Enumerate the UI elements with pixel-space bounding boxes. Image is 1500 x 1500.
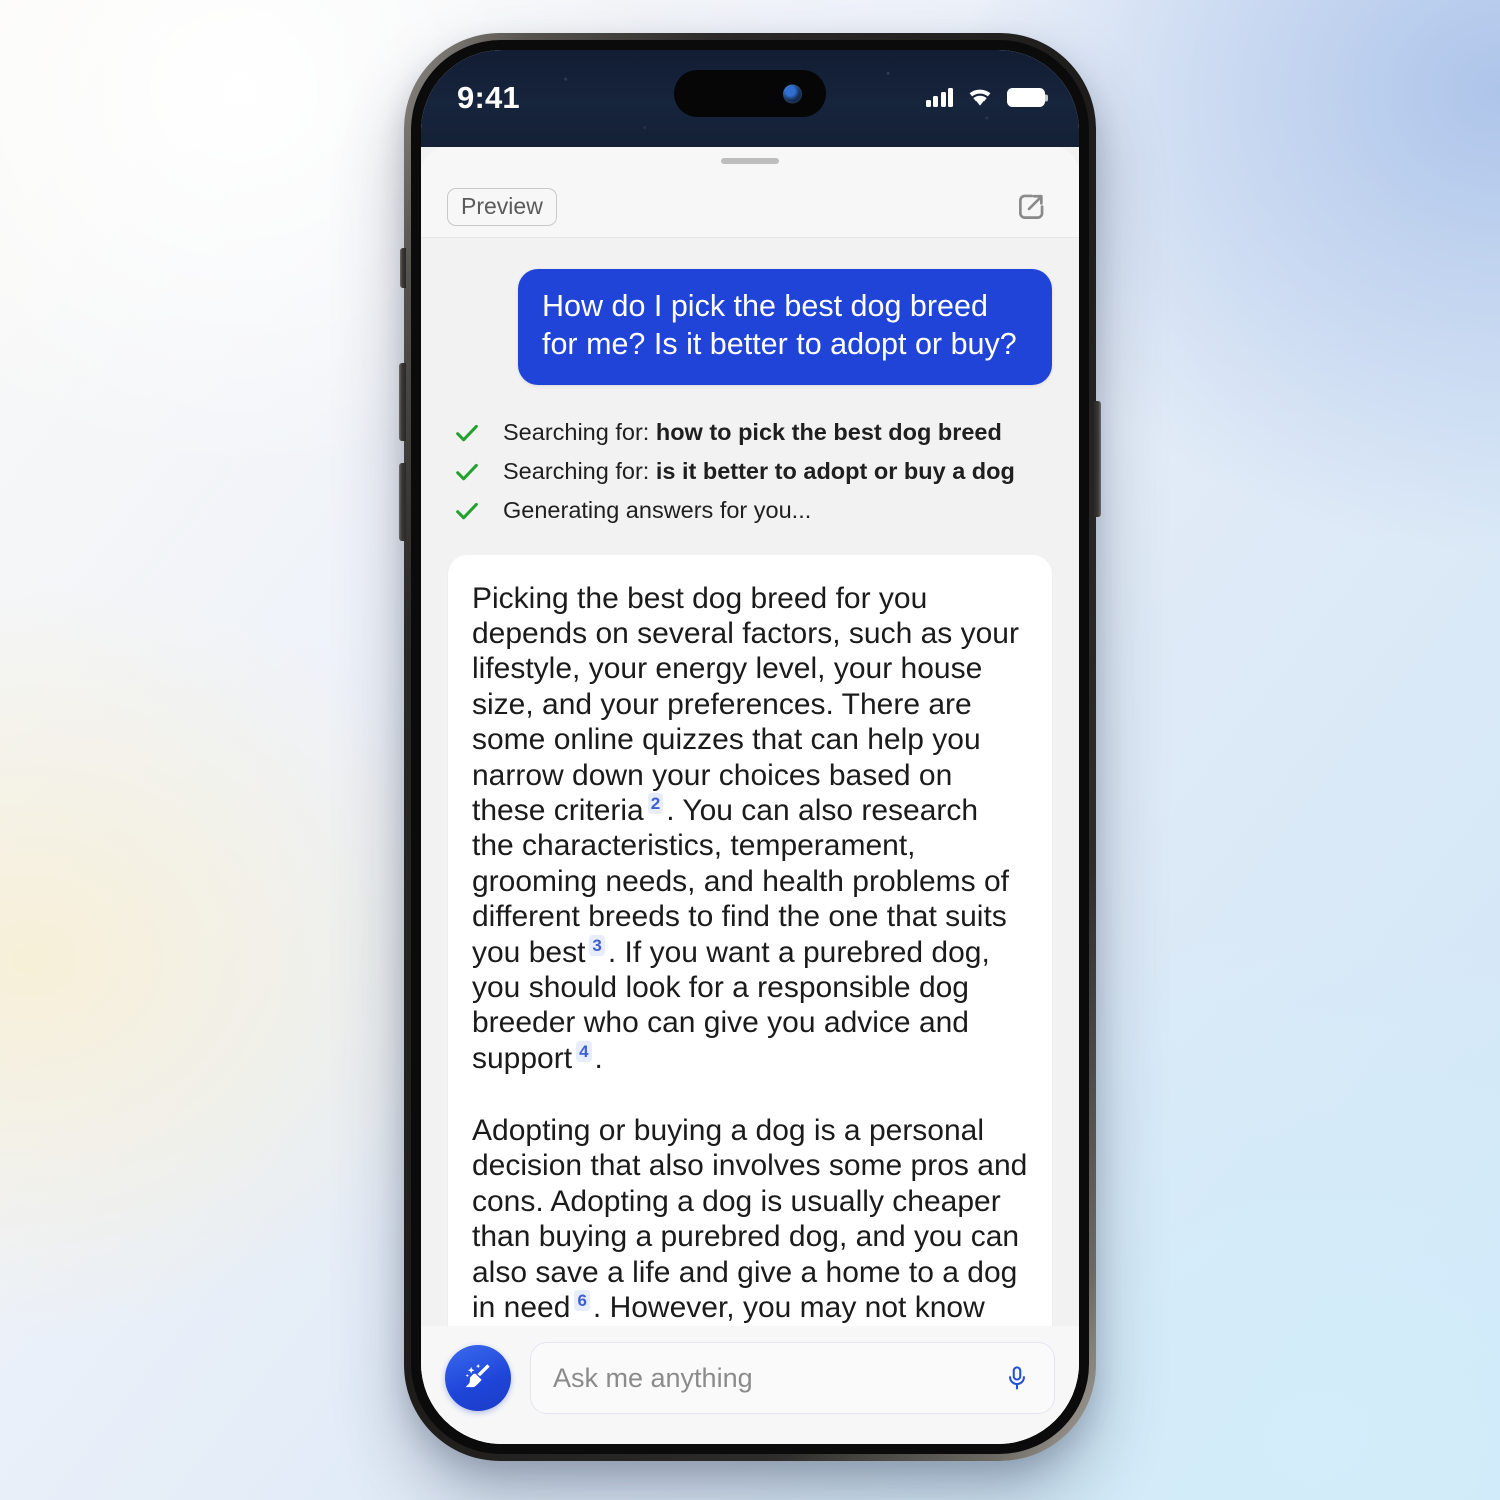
progress-step-label: Searching for: is it better to adopt or … [503,460,1015,484]
status-bar-indicators [925,87,1045,110]
progress-step-item: Searching for: how to pick the best dog … [453,414,1052,453]
check-icon [453,458,481,486]
answer-paragraph-1: Picking the best dog breed for you depen… [472,581,1028,1076]
answer-paragraph-2: Adopting or buying a dog is a personal d… [472,1113,1028,1326]
answer-card: Picking the best dog breed for you depen… [448,554,1052,1326]
app-toolbar: Preview [421,176,1079,238]
citation-link[interactable]: 2 [647,792,664,814]
answer-text: . [594,1041,603,1075]
power-button[interactable] [1094,401,1101,517]
new-chat-button[interactable] [445,1345,511,1411]
share-button[interactable] [1011,187,1051,227]
volume-down-button[interactable] [399,463,406,541]
composer-bar [421,1326,1079,1444]
citation-link[interactable]: 4 [576,1040,592,1062]
app-sheet: Preview How do I pick the best dog breed… [421,147,1079,1444]
status-bar-clock: 9:41 [457,79,520,115]
check-icon [453,497,481,525]
status-bar: 9:41 [421,50,1079,147]
citation-link[interactable]: 6 [574,1290,590,1312]
progress-step-item: Searching for: is it better to adopt or … [453,453,1052,492]
step-query: how to pick the best dog breed [655,419,1002,446]
progress-step-label: Generating answers for you... [503,497,812,524]
step-prefix: Searching for: [503,419,656,446]
microphone-button[interactable] [1000,1358,1034,1398]
ask-input-container[interactable] [530,1342,1055,1414]
phone-device-frame: 9:41 Preview How do I pick the best dog … [399,33,1101,1461]
dynamic-island [674,70,826,117]
share-icon [1019,194,1044,219]
progress-step-label: Searching for: how to pick the best dog … [503,421,1002,445]
wifi-icon [969,89,991,106]
front-camera-icon [783,84,802,103]
battery-full-icon [1007,88,1045,107]
phone-screen: 9:41 Preview How do I pick the best dog … [421,50,1079,1444]
silent-switch-button[interactable] [400,248,406,288]
phone-bezel: 9:41 Preview How do I pick the best dog … [411,40,1089,1454]
search-input[interactable] [553,1362,1000,1394]
broom-sparkle-icon [465,1363,490,1388]
user-message-row: How do I pick the best dog breed for me?… [448,269,1052,385]
step-prefix: Searching for: [503,458,656,485]
wallpaper-backdrop: 9:41 Preview How do I pick the best dog … [0,0,1500,1500]
cellular-signal-icon [925,88,953,107]
user-message-bubble: How do I pick the best dog breed for me?… [518,269,1052,385]
preview-button[interactable]: Preview [447,187,557,226]
microphone-icon [1009,1366,1025,1390]
citation-link[interactable]: 3 [589,934,605,956]
sheet-header: Preview [421,147,1079,238]
progress-steps-list: Searching for: how to pick the best dog … [448,414,1052,531]
progress-step-item: Generating answers for you... [453,492,1052,531]
check-icon [453,419,481,447]
sheet-drag-handle[interactable] [721,158,779,164]
step-query: is it better to adopt or buy a dog [655,458,1015,485]
answer-text: Picking the best dog breed for you depen… [472,581,1019,827]
volume-up-button[interactable] [399,363,406,441]
chat-conversation[interactable]: How do I pick the best dog breed for me?… [421,238,1079,1326]
